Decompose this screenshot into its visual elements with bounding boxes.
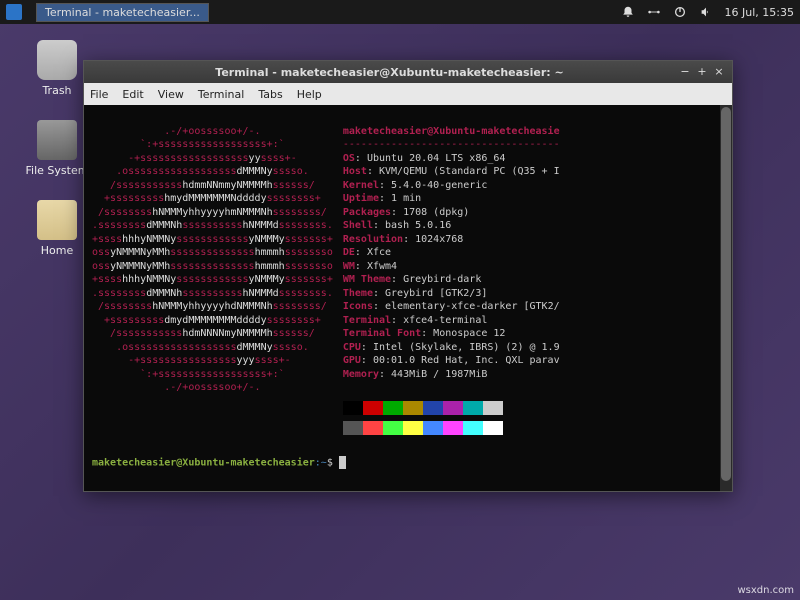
menu-file[interactable]: File — [90, 88, 108, 101]
trash-icon — [37, 40, 77, 80]
scrollbar-thumb[interactable] — [721, 107, 731, 481]
menu-view[interactable]: View — [158, 88, 184, 101]
color-palette-bright — [343, 421, 560, 435]
menu-help[interactable]: Help — [297, 88, 322, 101]
menu-terminal[interactable]: Terminal — [198, 88, 245, 101]
power-icon[interactable] — [673, 5, 687, 19]
taskbar-label: Terminal - maketecheasier... — [45, 6, 200, 19]
desktop-icon-label: File System — [22, 164, 92, 177]
menubar: File Edit View Terminal Tabs Help — [84, 83, 732, 105]
maximize-button[interactable]: + — [695, 65, 709, 79]
terminal-output[interactable]: .-/+oossssoo+/-. `:+ssssssssssssssssss+:… — [84, 105, 732, 491]
shell-prompt[interactable]: maketecheasier@Xubuntu-maketecheasier:~$ — [92, 456, 724, 470]
neofetch-info: maketecheasier@Xubuntu-maketecheasie ---… — [343, 125, 560, 435]
clock[interactable]: 16 Jul, 15:35 — [725, 6, 794, 19]
drive-icon — [37, 120, 77, 160]
whisker-menu-icon[interactable] — [6, 4, 22, 20]
menu-edit[interactable]: Edit — [122, 88, 143, 101]
desktop-icon-label: Trash — [22, 84, 92, 97]
close-button[interactable]: × — [712, 65, 726, 79]
desktop-icon-label: Home — [22, 244, 92, 257]
taskbar-item-terminal[interactable]: Terminal - maketecheasier... — [36, 3, 209, 22]
desktop-icon-home[interactable]: Home — [22, 200, 92, 257]
folder-icon — [37, 200, 77, 240]
scrollbar[interactable] — [720, 105, 732, 491]
desktop-icon-trash[interactable]: Trash — [22, 40, 92, 97]
desktop-icon-filesystem[interactable]: File System — [22, 120, 92, 177]
menu-tabs[interactable]: Tabs — [258, 88, 282, 101]
minimize-button[interactable]: − — [678, 65, 692, 79]
cursor-icon — [339, 456, 346, 469]
color-palette — [343, 401, 560, 415]
neofetch-ascii-art: .-/+oossssoo+/-. `:+ssssssssssssssssss+:… — [92, 125, 333, 435]
network-icon[interactable] — [647, 5, 661, 19]
volume-icon[interactable] — [699, 5, 713, 19]
window-title: Terminal - maketecheasier@Xubuntu-makete… — [104, 66, 675, 79]
window-titlebar[interactable]: Terminal - maketecheasier@Xubuntu-makete… — [84, 61, 732, 83]
watermark: wsxdn.com — [737, 585, 794, 596]
notification-icon[interactable] — [621, 5, 635, 19]
top-panel: Terminal - maketecheasier... 16 Jul, 15:… — [0, 0, 800, 24]
terminal-window: Terminal - maketecheasier@Xubuntu-makete… — [83, 60, 733, 492]
